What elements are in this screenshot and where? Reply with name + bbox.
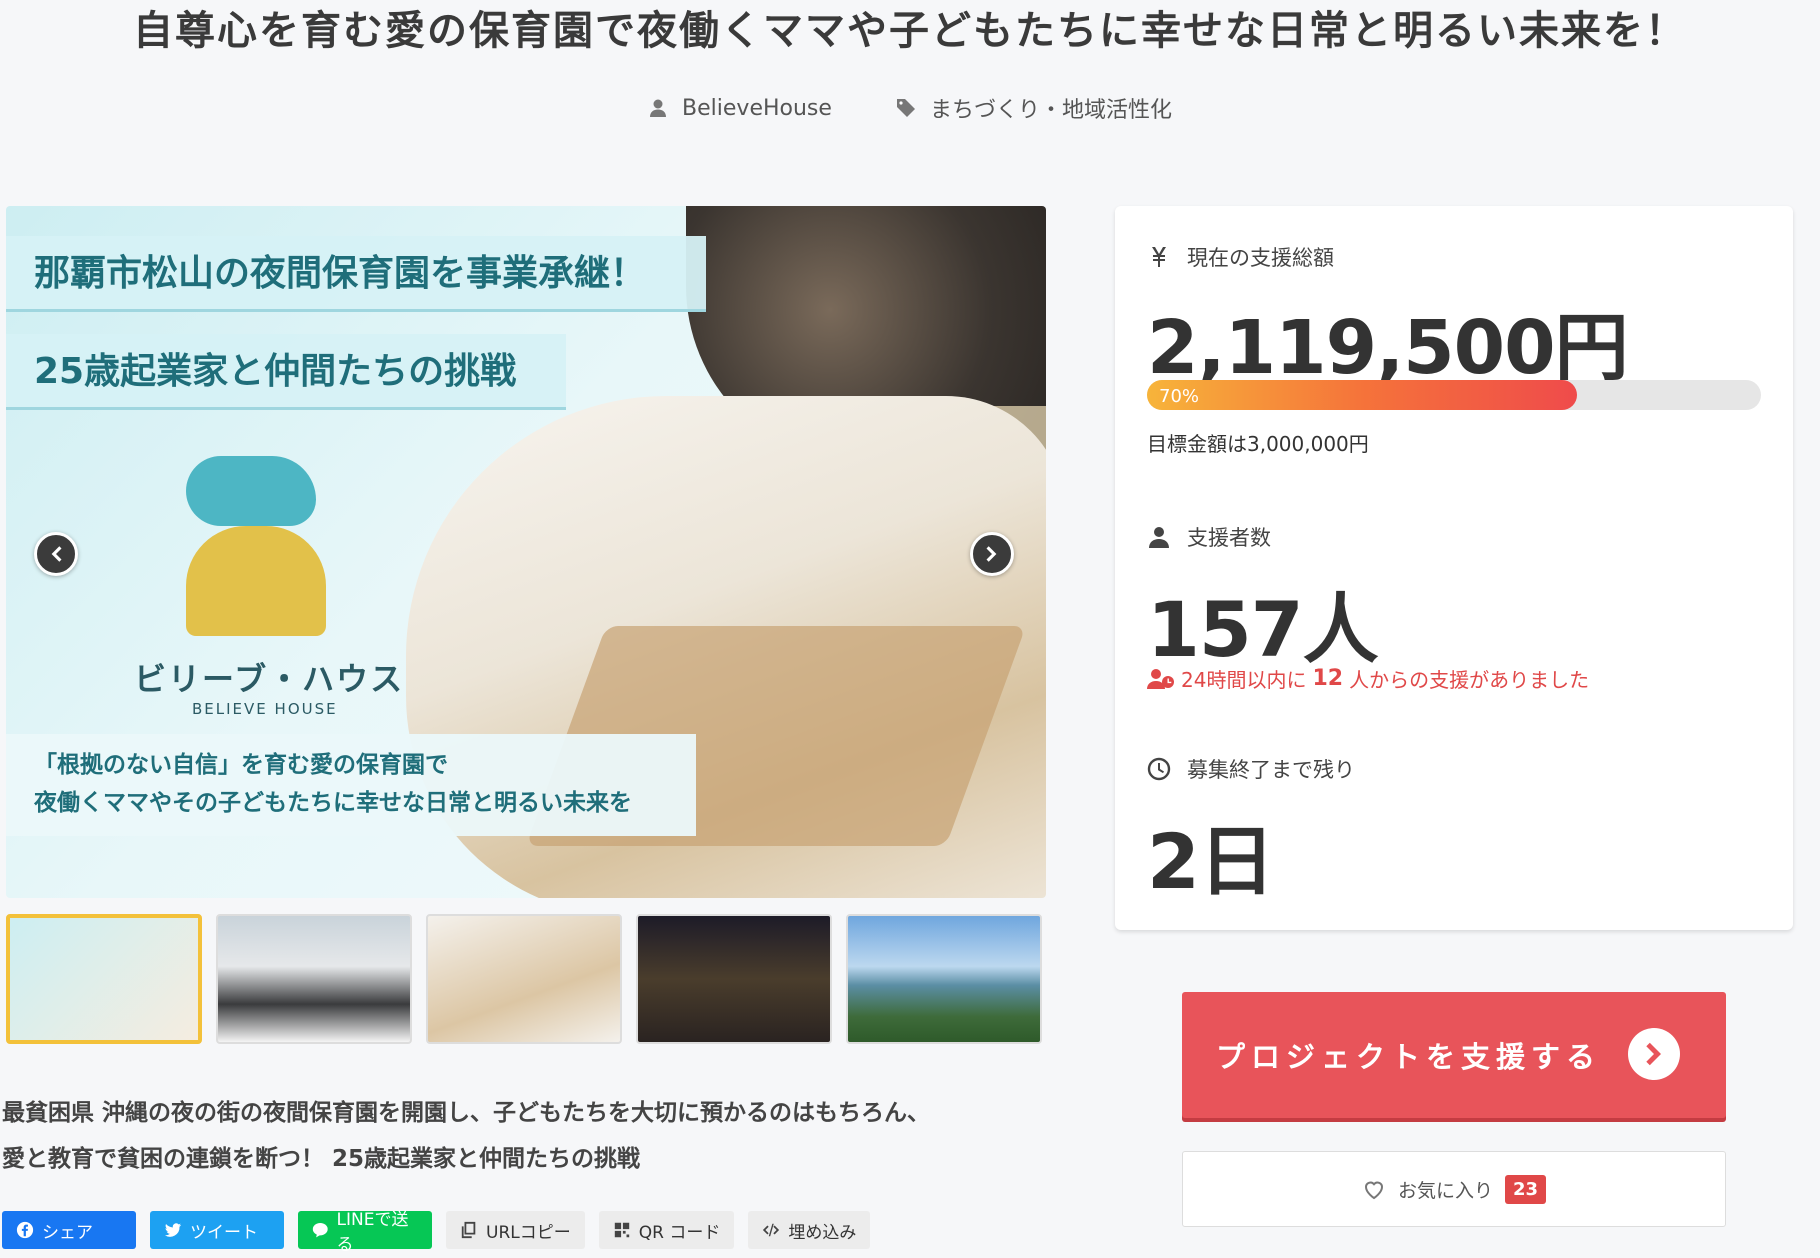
support-project-button[interactable]: プロジェクトを支援する: [1182, 992, 1726, 1118]
hero-band-2-text: 25歳起業家と仲間たちの挑戦: [34, 351, 517, 392]
user-icon: [650, 99, 667, 117]
logo-subtext: BELIEVE HOUSE: [192, 700, 338, 718]
twitter-share-label: ツイート: [190, 1222, 258, 1243]
recent-post: 人からの支援がありました: [1349, 668, 1590, 692]
progress-bar-fill: [1147, 380, 1577, 410]
supporters-value: 157人: [1147, 585, 1379, 674]
owner-link[interactable]: BelieveHouse: [648, 92, 832, 124]
favorite-count-badge: 23: [1504, 1174, 1547, 1204]
code-icon: [763, 1223, 780, 1237]
thumb-flyer[interactable]: [6, 914, 202, 1044]
qr-code-icon: [614, 1222, 629, 1238]
facebook-share-label: シェア: [42, 1222, 93, 1243]
funding-stats-panel: 現在の支援総額 2,119,500円 70% 目標金額は3,000,000円 支…: [1115, 206, 1793, 930]
line-share-button[interactable]: LINEで送る: [298, 1210, 432, 1255]
twitter-share-button[interactable]: ツイート: [150, 1211, 284, 1249]
logo-cloud-shape: [186, 456, 316, 526]
lead-line-2: 愛と教育で貧困の連鎖を断つ！ 25歳起業家と仲間たちの挑戦: [2, 1146, 641, 1172]
copy-icon: [461, 1221, 476, 1239]
hero-caption-line-2: 夜働くママやその子どもたちに幸せな日常と明るい未来を: [34, 790, 632, 816]
share-bar: シェア ツイート LINEで送る URLコピー QR コード 埋め込み: [2, 1210, 871, 1255]
main-image-slider[interactable]: 那覇市松山の夜間保育園を事業承継！ 25歳起業家と仲間たちの挑戦 ビリーブ・ハウ…: [6, 206, 1046, 898]
supporters-label-text: 支援者数: [1187, 526, 1271, 550]
url-copy-button[interactable]: URLコピー: [446, 1211, 585, 1249]
thumb-nightstreet[interactable]: [636, 914, 832, 1044]
tag-icon: [896, 99, 915, 117]
chevron-right-icon: [986, 546, 997, 562]
qr-code-button[interactable]: QR コード: [598, 1211, 735, 1249]
project-meta: BelieveHouse まちづくり・地域活性化: [0, 92, 1820, 124]
chevron-left-icon: [51, 546, 62, 562]
remaining-label-text: 募集終了まで残り: [1187, 758, 1355, 782]
embed-label: 埋め込み: [788, 1222, 857, 1243]
remaining-label: 募集終了まで残り: [1147, 754, 1355, 784]
goal-amount: 目標金額は3,000,000円: [1147, 432, 1369, 456]
twitter-icon: [164, 1223, 182, 1237]
thumb-team[interactable]: [216, 914, 412, 1044]
facebook-icon: [16, 1221, 34, 1239]
favorite-label: お気に入り: [1397, 1179, 1493, 1202]
recent-count: 12: [1312, 666, 1344, 691]
hero-caption-line-1: 「根拠のない自信」を育む愛の保育園で: [34, 752, 448, 778]
slider-prev-button[interactable]: [34, 532, 78, 576]
line-share-label: LINEで送る: [336, 1210, 409, 1255]
support-project-label: プロジェクトを支援する: [1216, 1040, 1602, 1074]
facebook-share-button[interactable]: シェア: [2, 1211, 136, 1249]
total-amount-value: 2,119,500円: [1147, 305, 1629, 391]
lead-line-1: 最貧困県 沖縄の夜の街の夜間保育園を開園し、子どもたちを大切に預かるのはもちろん…: [2, 1100, 931, 1126]
project-title: 自尊心を育む愛の保育園で夜働くママや子どもたちに幸せな日常と明るい未来を！: [133, 8, 1687, 54]
recent-supporters-note: 24時間以内に 12 人からの支援がありました: [1147, 664, 1589, 693]
progress-bar: [1147, 380, 1761, 410]
total-amount-label-text: 現在の支援総額: [1187, 246, 1334, 270]
favorite-button[interactable]: お気に入り 23: [1182, 1151, 1726, 1227]
logo-figure-shape: [186, 526, 326, 636]
hero-band-1: 那覇市松山の夜間保育園を事業承継！: [6, 236, 706, 312]
category-name: まちづくり・地域活性化: [929, 98, 1172, 123]
thumbnail-strip: [6, 914, 1042, 1044]
heart-icon: [1364, 1181, 1383, 1200]
owner-name: BelieveHouse: [682, 95, 832, 121]
hero-band-1-text: 那覇市松山の夜間保育園を事業承継！: [34, 253, 647, 294]
hero-caption: 「根拠のない自信」を育む愛の保育園で 夜働くママやその子どもたちに幸せな日常と明…: [6, 734, 696, 836]
user-icon: [1149, 527, 1169, 548]
supporters-label: 支援者数: [1147, 522, 1271, 552]
url-copy-label: URLコピー: [486, 1222, 571, 1243]
remaining-value: 2日: [1147, 817, 1275, 906]
slider-next-button[interactable]: [970, 532, 1014, 576]
logo-text: ビリーブ・ハウス: [134, 660, 405, 698]
hero-band-2: 25歳起業家と仲間たちの挑戦: [6, 334, 566, 410]
recent-pre: 24時間以内に: [1181, 668, 1307, 692]
thumb-floorplan[interactable]: [426, 914, 622, 1044]
yen-icon: [1152, 247, 1166, 267]
user-clock-icon: [1147, 668, 1174, 689]
embed-button[interactable]: 埋め込み: [748, 1211, 871, 1249]
total-amount-label: 現在の支援総額: [1147, 242, 1334, 272]
category-link[interactable]: まちづくり・地域活性化: [896, 92, 1172, 124]
line-icon: [312, 1222, 328, 1238]
clock-icon: [1147, 757, 1171, 781]
qr-code-label: QR コード: [638, 1222, 721, 1243]
progress-percent: 70%: [1159, 386, 1200, 407]
arrow-circle-right-icon: [1628, 1028, 1680, 1080]
project-lead: 最貧困県 沖縄の夜の街の夜間保育園を開園し、子どもたちを大切に預かるのはもちろん…: [2, 1090, 1042, 1182]
thumb-seaview[interactable]: [846, 914, 1042, 1044]
